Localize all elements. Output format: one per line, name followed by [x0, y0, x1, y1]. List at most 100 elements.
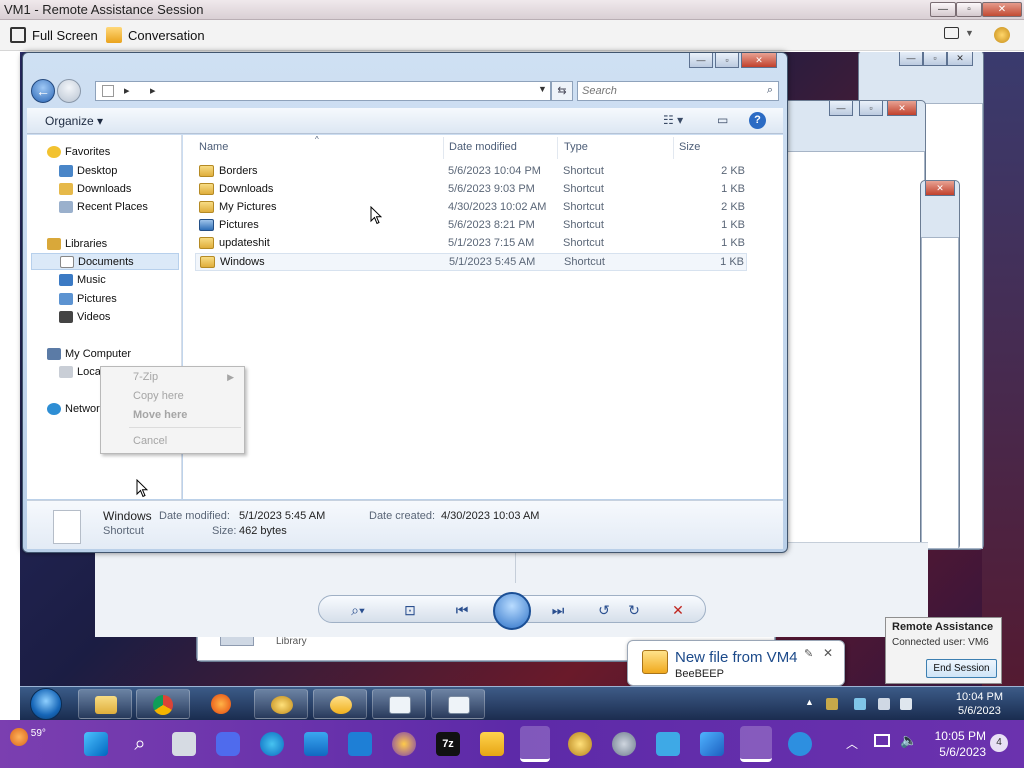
beebeep-host-icon[interactable] [568, 732, 592, 756]
mail-icon[interactable] [348, 732, 372, 756]
nav-libraries[interactable]: Libraries [47, 235, 107, 252]
taskbar-beebeep[interactable] [254, 689, 308, 719]
next-icon[interactable]: ⏭ [549, 601, 567, 619]
beebeep-notification[interactable]: New file from VM4 BeeBEEP ✎ ✕ [627, 640, 845, 686]
taskbar-chat[interactable] [313, 689, 367, 719]
taskbar-window-2[interactable] [431, 689, 485, 719]
search-box[interactable]: ⌕ [577, 81, 779, 101]
forward-button[interactable] [57, 79, 81, 103]
nav-music[interactable]: Music [59, 271, 106, 288]
conversation-button[interactable]: Conversation [106, 27, 205, 43]
organize-button[interactable]: Organize ▾ [45, 114, 103, 128]
explorer-maximize-button[interactable]: ▫ [715, 53, 739, 68]
address-bar[interactable]: ▸ ▸ ▼ [95, 81, 551, 101]
rotate-right-icon[interactable]: ↻ [625, 601, 643, 619]
people-icon[interactable] [788, 732, 812, 756]
bg2-close-button[interactable]: ✕ [887, 101, 917, 116]
nav-recent-places[interactable]: Recent Places [59, 198, 148, 215]
file-row[interactable]: Downloads 5/6/2023 9:03 PM Shortcut 1 KB [195, 181, 747, 199]
nav-documents[interactable]: Documents [31, 253, 179, 270]
nav-favorites[interactable]: Favorites [47, 143, 110, 160]
taskbar-firefox[interactable] [195, 689, 249, 719]
pin-icon[interactable]: ✎ [804, 647, 813, 660]
previous-icon[interactable]: ⏮ [453, 601, 471, 619]
views-icon[interactable]: ☷ ▾ [663, 113, 683, 127]
column-divider[interactable] [557, 137, 558, 159]
explorer-close-button[interactable]: ✕ [741, 53, 777, 68]
back-button[interactable]: ← [31, 79, 55, 103]
ctx-7zip[interactable]: 7-Zip [133, 371, 158, 383]
explorer-minimize-button[interactable]: — [689, 53, 713, 68]
task-view-icon[interactable] [172, 732, 196, 756]
beebeep-tray-icon[interactable] [826, 698, 838, 710]
photos-icon[interactable] [700, 732, 724, 756]
address-dropdown-icon[interactable]: ▼ [538, 84, 547, 94]
bg-close-button[interactable]: ✕ [947, 52, 973, 66]
address-separator-1[interactable]: ▸ [124, 84, 130, 97]
search-input[interactable] [578, 82, 758, 100]
taskbar-chrome[interactable] [136, 689, 190, 719]
nav-downloads[interactable]: Downloads [59, 180, 131, 197]
bg-minimize-button[interactable]: — [899, 52, 923, 66]
refresh-button[interactable]: ⇆ [551, 81, 573, 101]
bg2-minimize-button[interactable]: — [829, 101, 853, 116]
edge-icon[interactable] [260, 732, 284, 756]
tray-overflow-icon[interactable]: ︿ [846, 735, 858, 752]
host-clock[interactable]: 10:05 PM 5/6/2023 [935, 728, 986, 760]
beebeep-active-icon[interactable] [520, 726, 550, 762]
file-row[interactable]: My Pictures 4/30/2023 10:02 AM Shortcut … [195, 199, 747, 217]
nav-network[interactable]: Network [47, 400, 105, 417]
vpn-icon[interactable] [392, 732, 416, 756]
nav-my-computer[interactable]: My Computer [47, 345, 131, 362]
ctx-cancel[interactable]: Cancel [133, 435, 167, 447]
folder-icon[interactable] [480, 732, 504, 756]
windows-start-icon[interactable] [84, 732, 108, 756]
taskbar-explorer[interactable] [78, 689, 132, 719]
taskbar-window-1[interactable] [372, 689, 426, 719]
bg2-maximize-button[interactable]: ▫ [859, 101, 883, 116]
file-row[interactable]: Windows 5/1/2023 5:45 AM Shortcut 1 KB [195, 253, 747, 271]
zoom-button[interactable]: ⌕▾ [341, 601, 375, 619]
nav-videos[interactable]: Videos [59, 308, 110, 325]
column-divider[interactable] [673, 137, 674, 159]
nav-desktop[interactable]: Desktop [59, 162, 117, 179]
bg3-close-button[interactable]: ✕ [925, 181, 955, 196]
notification-badge[interactable]: 4 [990, 734, 1008, 752]
action-center-icon[interactable] [854, 698, 866, 710]
help-icon[interactable]: ? [749, 112, 766, 129]
column-date-modified[interactable]: Date modified [449, 141, 517, 153]
search-icon[interactable]: ⌕ [128, 732, 152, 756]
settings-icon[interactable] [612, 732, 636, 756]
end-session-button[interactable]: End Session [926, 659, 997, 678]
close-button[interactable]: ✕ [982, 2, 1022, 17]
column-size[interactable]: Size [679, 141, 700, 153]
ctx-move-here[interactable]: Move here [133, 409, 187, 421]
quick-assist-active-icon[interactable] [740, 726, 772, 762]
start-button[interactable] [30, 688, 62, 720]
remote-clock[interactable]: 10:04 PM 5/6/2023 [956, 690, 1003, 718]
monitor-icon[interactable] [874, 734, 890, 747]
slideshow-button[interactable] [493, 592, 531, 630]
file-row[interactable]: Borders 5/6/2023 10:04 PM Shortcut 2 KB [195, 163, 747, 181]
teams-icon[interactable] [216, 732, 240, 756]
store-icon[interactable] [304, 732, 328, 756]
display-settings-button[interactable]: ▼ [944, 27, 974, 39]
close-icon[interactable]: ✕ [823, 646, 833, 660]
maximize-button[interactable]: ▫ [956, 2, 982, 17]
tray-arrow-icon[interactable]: ▲ [805, 697, 814, 707]
bg-maximize-button[interactable]: ▫ [923, 52, 947, 66]
remote-desktop-icon[interactable] [656, 732, 680, 756]
7zip-icon[interactable]: 7z [436, 732, 460, 756]
ctx-copy-here[interactable]: Copy here [133, 390, 184, 402]
address-separator-2[interactable]: ▸ [150, 84, 156, 97]
file-row[interactable]: Pictures 5/6/2023 8:21 PM Shortcut 1 KB [195, 217, 747, 235]
volume-icon[interactable]: 🔈 [900, 732, 917, 749]
weather-widget[interactable]: 59° [10, 728, 46, 746]
actual-size-icon[interactable]: ⊡ [401, 601, 419, 619]
delete-icon[interactable]: ✕ [669, 601, 687, 619]
full-screen-button[interactable]: Full Screen [10, 27, 98, 43]
column-name[interactable]: Name [199, 141, 228, 153]
nav-pictures[interactable]: Pictures [59, 290, 117, 307]
file-row[interactable]: updateshit 5/1/2023 7:15 AM Shortcut 1 K… [195, 235, 747, 253]
volume-icon[interactable] [900, 698, 912, 710]
